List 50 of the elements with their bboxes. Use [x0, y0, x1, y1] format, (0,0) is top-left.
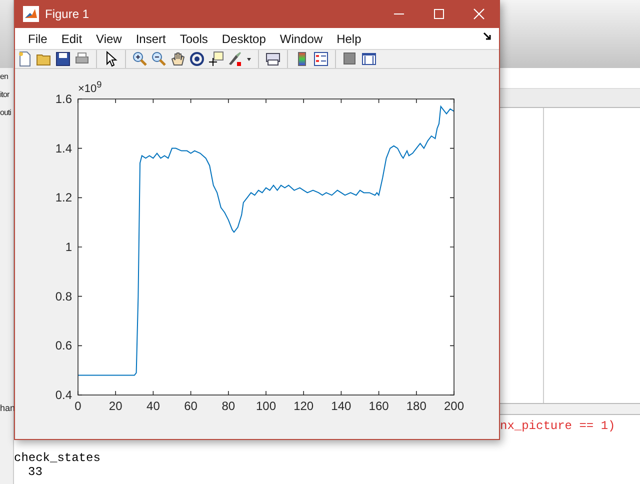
x-tick-label: 0	[74, 399, 82, 413]
exponent-label: ×10$^{9}$	[78, 83, 102, 95]
menu-item[interactable]: Help	[330, 32, 368, 46]
y-tick-label: 0.4	[55, 388, 72, 402]
y-tick-label: 1.2	[55, 190, 72, 205]
x-tick-label: 60	[184, 399, 198, 413]
new-file-icon[interactable]	[17, 51, 33, 67]
y-tick-label: 1	[65, 240, 72, 254]
x-tick-label: 40	[146, 399, 160, 413]
window-icon[interactable]	[361, 51, 377, 67]
code-line: nx_picture == 1)	[499, 419, 616, 435]
y-tick-label: 0.8	[55, 289, 72, 304]
x-tick-label: 100	[256, 399, 276, 413]
x-tick-label: 20	[108, 399, 122, 413]
x-tick-label: 160	[368, 399, 389, 413]
toolbar-strip	[0, 0, 13, 68]
x-tick-label: 140	[331, 399, 352, 413]
output-value: 33	[27, 465, 44, 479]
data-cursor-icon[interactable]	[208, 51, 224, 67]
x-tick-label: 80	[222, 399, 236, 413]
zoom-out-icon[interactable]	[151, 51, 167, 67]
link-icon[interactable]	[265, 51, 281, 67]
square-icon[interactable]	[342, 51, 358, 67]
x-tick-label: 180	[406, 399, 426, 413]
menu-item[interactable]: Window	[272, 32, 330, 46]
close-icon[interactable]	[471, 6, 487, 22]
menu-item[interactable]: Edit	[54, 32, 90, 46]
menu-item[interactable]: Insert	[128, 32, 173, 46]
rotate-icon[interactable]	[189, 51, 205, 67]
window-title: Figure 1	[45, 7, 90, 21]
brush-icon[interactable]	[227, 51, 243, 67]
y-tick-label: 1.4	[55, 141, 72, 156]
legend-icon[interactable]	[313, 51, 329, 67]
panel-label: itor	[0, 89, 10, 101]
menu-item[interactable]: File	[21, 32, 54, 46]
zoom-in-icon[interactable]	[132, 51, 148, 67]
save-icon[interactable]	[55, 51, 71, 67]
maximize-icon[interactable]	[431, 6, 447, 22]
menu-item[interactable]: Tools	[172, 32, 215, 46]
y-tick-label: 0.6	[55, 338, 72, 353]
menu-item[interactable]: Desktop	[214, 32, 273, 46]
panel-label: en	[0, 71, 9, 83]
menu-item[interactable]: View	[89, 32, 129, 46]
pan-hand-icon[interactable]	[170, 51, 186, 67]
command-text: check_states	[14, 451, 102, 465]
panel-label: outi	[0, 107, 12, 119]
x-tick-label: 120	[294, 399, 314, 413]
y-tick-label: 1.6	[55, 92, 72, 106]
app-logo-icon	[23, 6, 39, 22]
x-tick-label: 200	[444, 399, 464, 413]
